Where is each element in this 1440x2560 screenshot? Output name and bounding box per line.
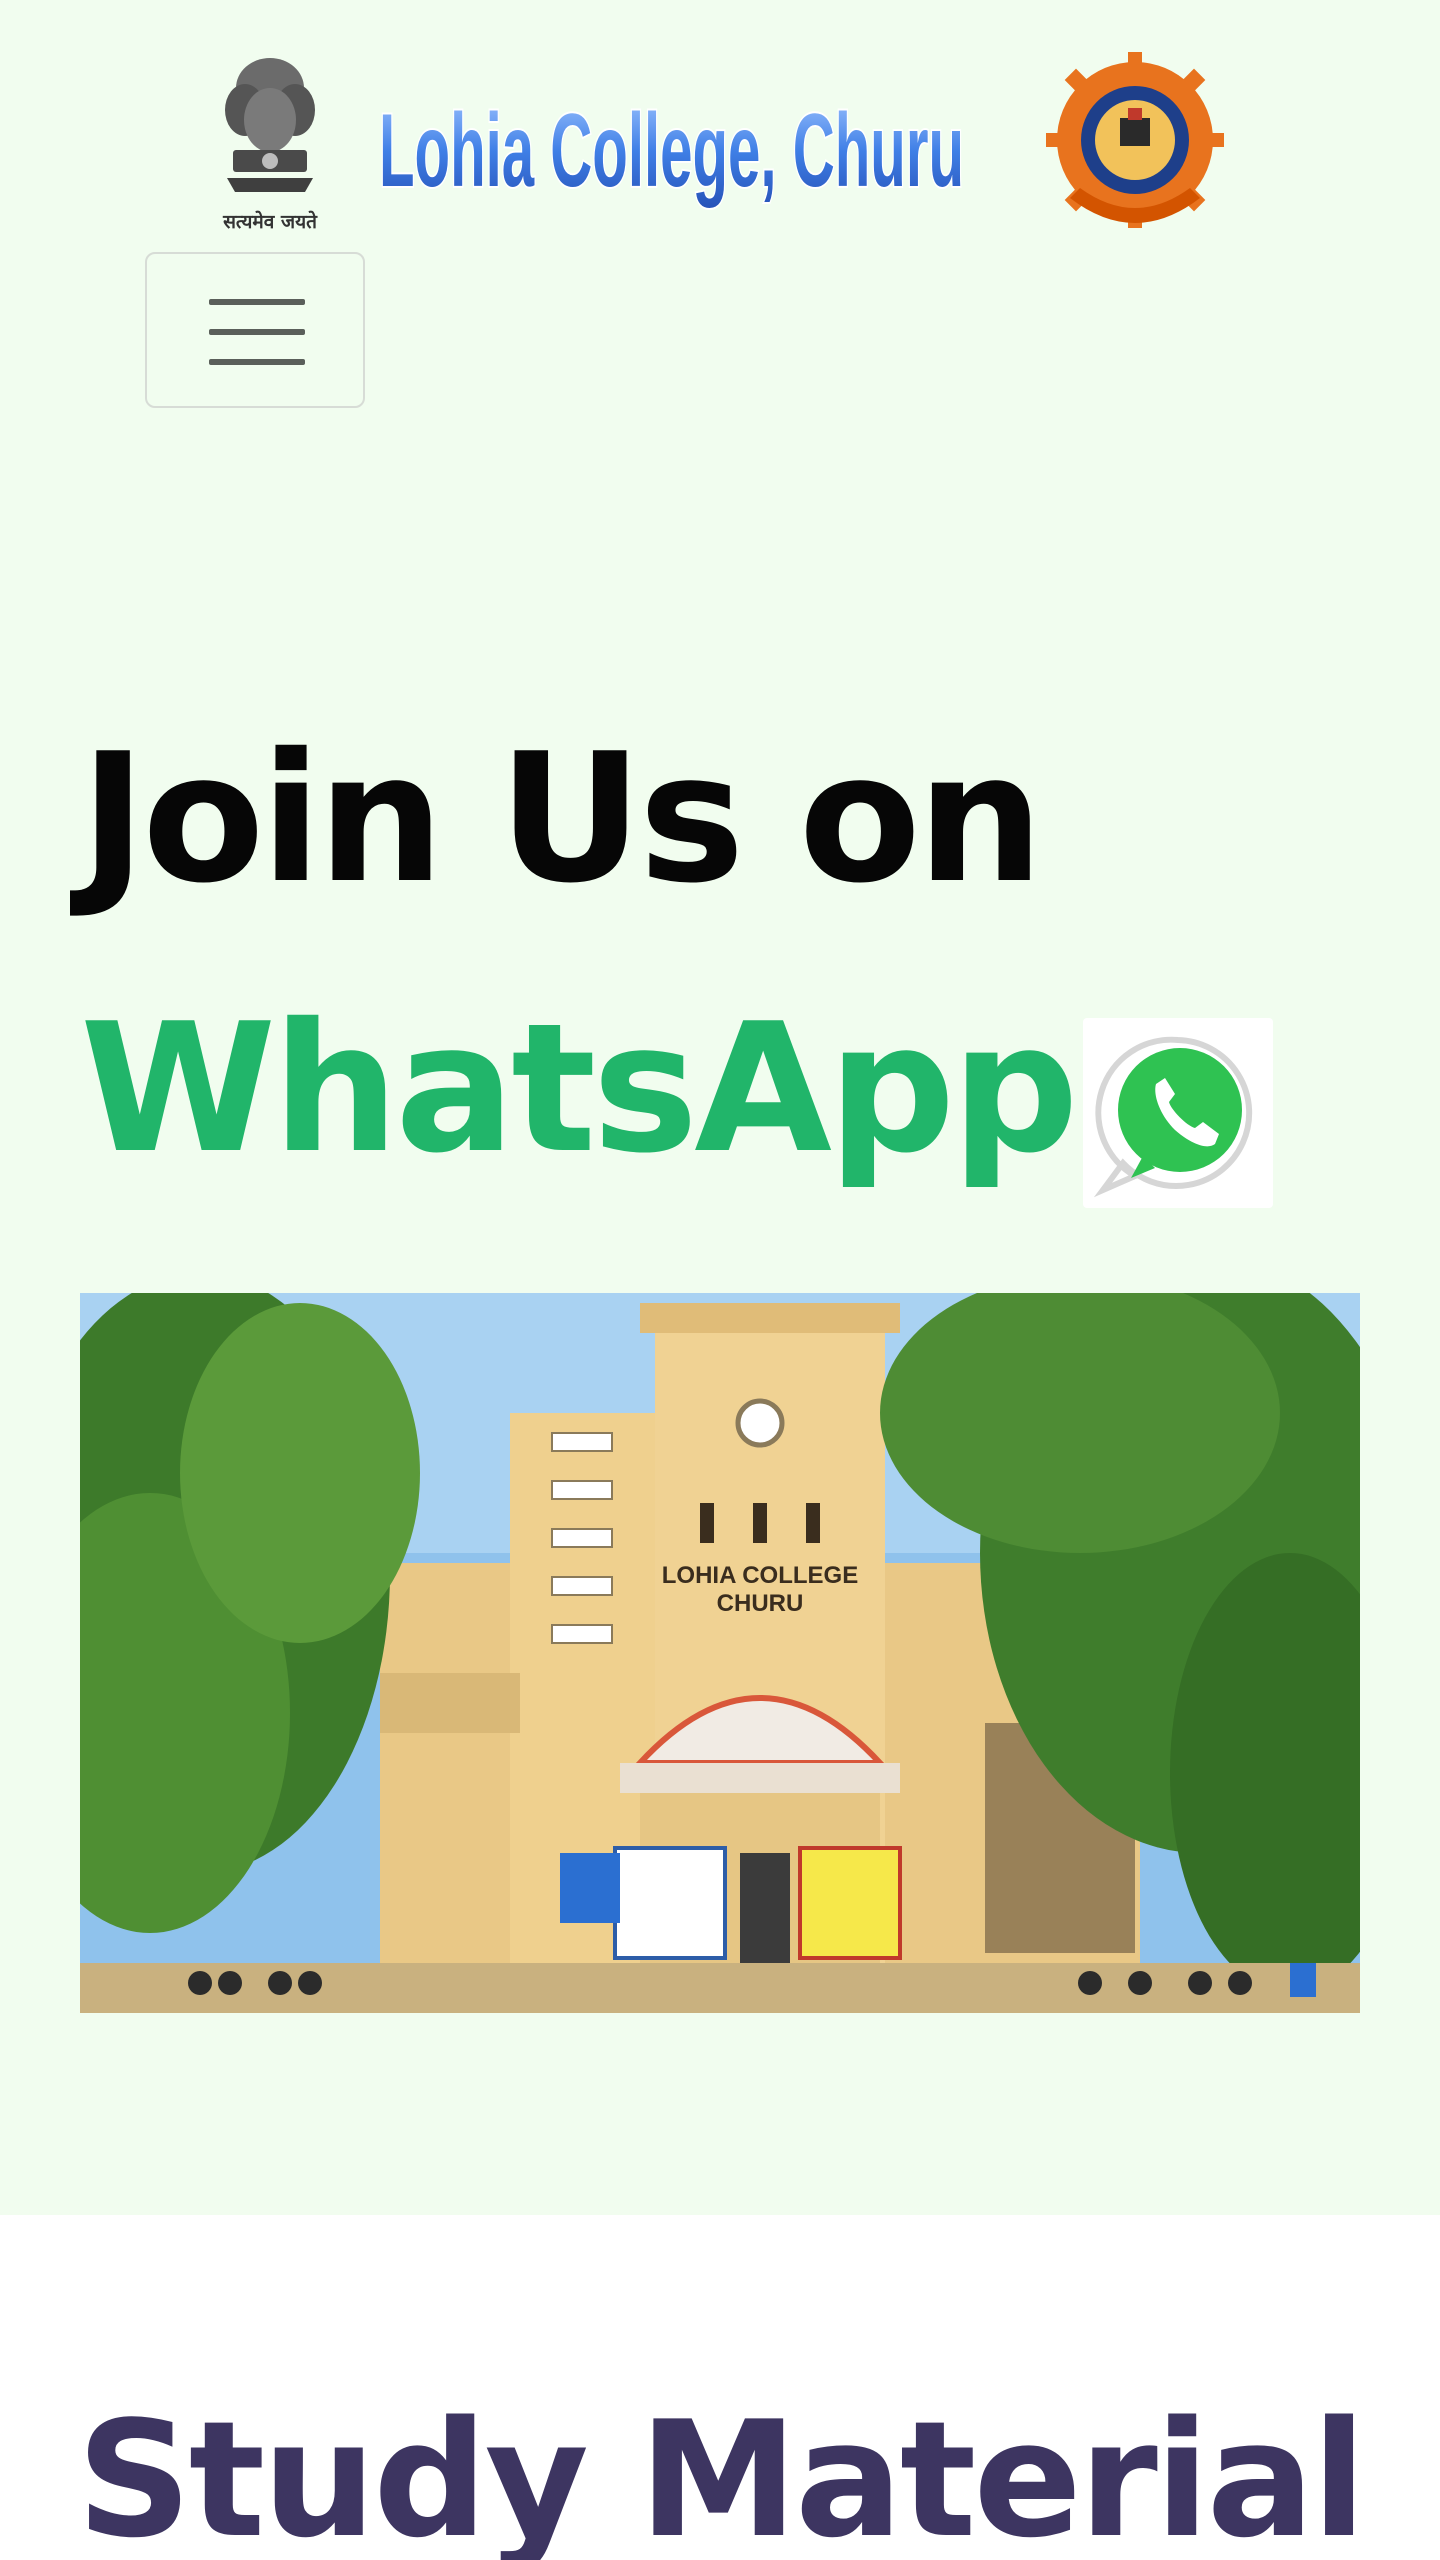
emblem-motto: सत्यमेव जयते: [223, 211, 317, 233]
photo-sign-line2: CHURU: [717, 1590, 804, 1617]
brand-title-text: Lohia College, Churu: [379, 93, 964, 209]
hero-heading-line1: Join Us on: [80, 715, 1044, 922]
hamburger-icon: [209, 299, 305, 305]
photo-sign-line1: LOHIA COLLEGE: [662, 1562, 858, 1589]
brand-title[interactable]: Lohia College, Churu: [375, 78, 975, 218]
hero-section: Join Us on WhatsApp LOHIA COLLEGE CHURU: [0, 440, 1440, 2215]
hero-heading-whatsapp: WhatsApp: [80, 985, 1079, 1192]
campus-photo: LOHIA COLLEGE CHURU: [80, 1293, 1360, 2013]
whatsapp-join-link[interactable]: [1083, 1018, 1273, 1208]
study-material-section: Study Material: [0, 2215, 1440, 2560]
college-logo-icon: [1040, 48, 1230, 238]
site-header: सत्यमेव जयते Lohia College, Churu: [0, 0, 1440, 440]
hamburger-icon-bar: [209, 359, 305, 365]
hamburger-icon-bar: [209, 329, 305, 335]
section-title: Study Material: [76, 2386, 1367, 2560]
whatsapp-icon: [1093, 1036, 1253, 1198]
menu-toggle-button[interactable]: [145, 252, 365, 408]
